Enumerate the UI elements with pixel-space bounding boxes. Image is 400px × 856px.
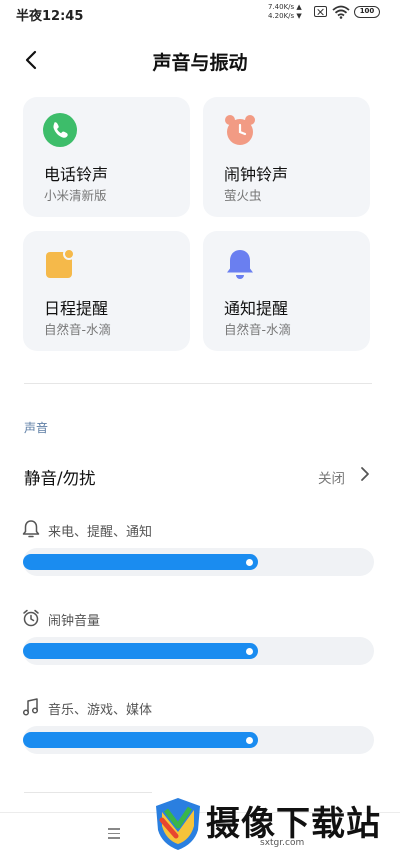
network-speed-down: 4.20K/s ▼ (268, 12, 302, 20)
card-notification-reminder[interactable]: 通知提醒 自然音-水滴 (203, 231, 370, 351)
battery-indicator: 100 (354, 6, 380, 18)
calendar-icon (46, 248, 75, 278)
volume-label: 闹钟音量 (48, 614, 101, 629)
alarm-outline-icon (23, 609, 39, 627)
network-speed: 7.40K/s ▲ 4.20K/s ▼ (268, 3, 302, 21)
wifi-icon (332, 5, 350, 19)
card-phone-ringtone[interactable]: 电话铃声 小米清新版 (23, 97, 190, 217)
card-subtitle: 自然音-水滴 (224, 322, 292, 337)
card-title: 电话铃声 (44, 165, 109, 184)
page-title: 声音与振动 (152, 52, 248, 74)
section-label-sound: 声音 (24, 421, 49, 435)
phone-icon (43, 113, 77, 147)
dnd-label: 静音/勿扰 (24, 469, 96, 488)
slider-knob[interactable] (246, 558, 254, 566)
volume-slider-ring[interactable] (23, 548, 374, 576)
card-schedule-reminder[interactable]: 日程提醒 自然音-水滴 (23, 231, 190, 351)
section-divider (24, 383, 372, 384)
chevron-right-icon (361, 467, 369, 481)
volume-slider-alarm[interactable] (23, 637, 374, 665)
bell-outline-icon (22, 520, 40, 538)
slider-fill (23, 643, 259, 659)
no-sim-icon (314, 6, 327, 17)
status-bar: 半夜12:45 7.40K/s ▲ 4.20K/s ▼ 100 (0, 0, 400, 26)
do-not-disturb-row[interactable]: 静音/勿扰 关闭 (0, 455, 400, 495)
status-time: 半夜12:45 (16, 9, 84, 24)
volume-label: 音乐、游戏、媒体 (48, 703, 153, 718)
volume-label: 来电、提醒、通知 (48, 525, 153, 540)
slider-knob[interactable] (246, 736, 254, 744)
card-subtitle: 萤火虫 (224, 188, 262, 203)
watermark-logo (156, 798, 200, 850)
slider-fill (23, 554, 259, 570)
card-alarm-ringtone[interactable]: 闹钟铃声 萤火虫 (203, 97, 370, 217)
card-title: 闹钟铃声 (224, 165, 289, 184)
section-divider (24, 792, 152, 793)
slider-fill (23, 732, 259, 748)
watermark-url: sxtgr.com (260, 838, 305, 848)
volume-slider-media[interactable] (23, 726, 374, 754)
alarm-clock-icon (225, 115, 255, 145)
card-title: 日程提醒 (44, 299, 109, 318)
card-title: 通知提醒 (224, 299, 289, 318)
bell-icon (227, 250, 253, 279)
card-subtitle: 小米清新版 (44, 188, 107, 203)
card-subtitle: 自然音-水滴 (44, 322, 112, 337)
network-speed-up: 7.40K/s ▲ (268, 3, 302, 11)
slider-knob[interactable] (246, 647, 254, 655)
dnd-value: 关闭 (318, 471, 345, 487)
music-note-icon (22, 698, 39, 716)
menu-icon[interactable] (108, 828, 120, 839)
